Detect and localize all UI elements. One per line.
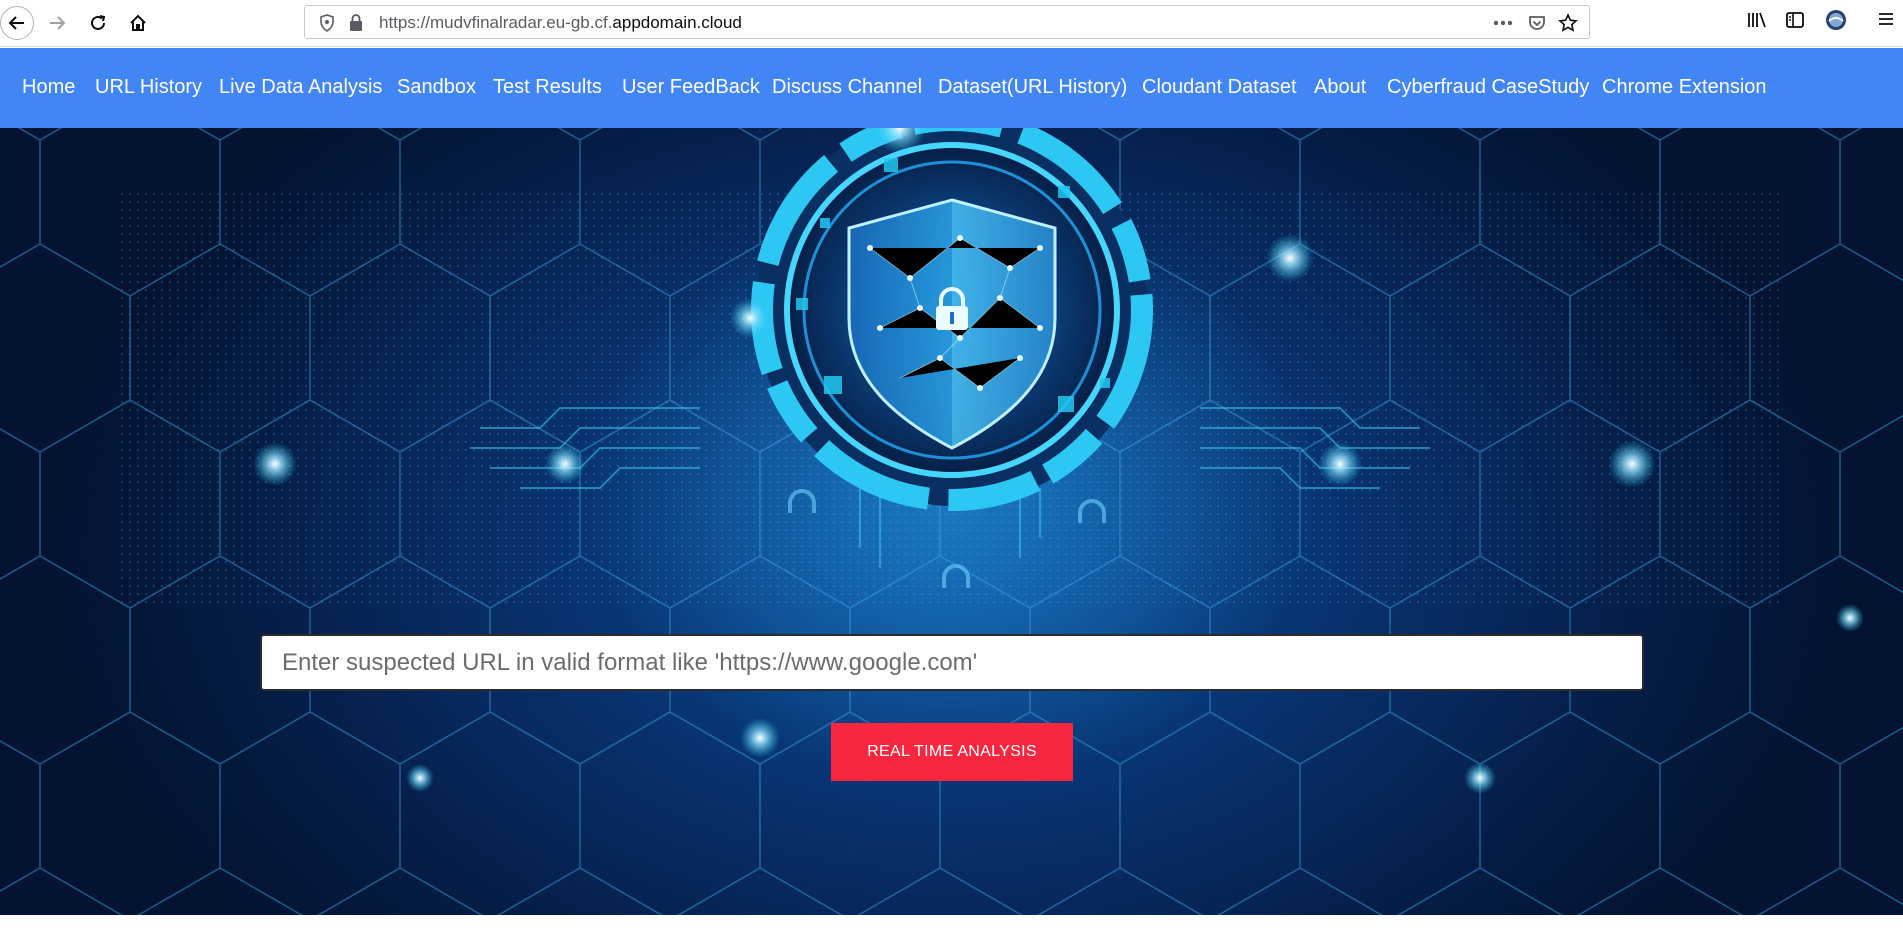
nav-item-url-history[interactable]: URL History <box>95 77 202 97</box>
star-icon[interactable] <box>1558 13 1578 33</box>
forward-arrow-icon <box>50 16 66 30</box>
reload-button[interactable] <box>81 6 115 40</box>
profile-icon[interactable] <box>1825 9 1847 31</box>
page-bottom-strip <box>0 915 1903 932</box>
menu-icon[interactable] <box>1877 10 1895 28</box>
back-button[interactable] <box>0 6 34 40</box>
nav-item-discuss-channel[interactable]: Discuss Channel <box>772 77 922 97</box>
address-bar[interactable]: https://mudvfinalradar.eu-gb.cf.appdomai… <box>304 5 1590 39</box>
site-navbar: Home URL History Live Data Analysis Sand… <box>0 48 1903 128</box>
back-arrow-icon <box>8 16 24 30</box>
sidebar-icon[interactable] <box>1785 10 1805 30</box>
forward-button[interactable] <box>40 6 74 40</box>
pocket-icon[interactable] <box>1527 13 1547 33</box>
browser-toolbar: https://mudvfinalradar.eu-gb.cf.appdomai… <box>0 0 1903 47</box>
nav-item-test-results[interactable]: Test Results <box>493 77 602 97</box>
shield-icon[interactable] <box>319 13 335 33</box>
cyber-security-background <box>0 128 1903 915</box>
url-domain: appdomain.cloud <box>612 13 742 32</box>
nav-item-chrome-extension[interactable]: Chrome Extension <box>1602 77 1767 97</box>
nav-item-user-feedback[interactable]: User FeedBack <box>622 77 760 97</box>
nav-item-live-data-analysis[interactable]: Live Data Analysis <box>219 77 382 97</box>
nav-item-about[interactable]: About <box>1314 77 1366 97</box>
nav-item-cyberfraud-casestudy[interactable]: Cyberfraud CaseStudy <box>1387 77 1589 97</box>
lock-icon[interactable] <box>348 13 364 33</box>
nav-item-dataset-url-history[interactable]: Dataset(URL History) <box>938 77 1127 97</box>
hero-section: REAL TIME ANALYSIS <box>0 128 1903 915</box>
home-button[interactable] <box>121 6 155 40</box>
url-prefix: https://mudvfinalradar.eu-gb.cf. <box>379 13 613 32</box>
nav-item-sandbox[interactable]: Sandbox <box>397 77 476 97</box>
reload-icon <box>91 15 106 30</box>
library-icon[interactable] <box>1746 10 1768 30</box>
more-icon[interactable] <box>1493 20 1513 26</box>
url-text: https://mudvfinalradar.eu-gb.cf.appdomai… <box>379 13 742 33</box>
home-icon <box>130 14 146 31</box>
security-emblem <box>751 128 1153 511</box>
real-time-analysis-button[interactable]: REAL TIME ANALYSIS <box>831 723 1073 781</box>
url-input[interactable] <box>260 634 1644 691</box>
nav-list: Home URL History Live Data Analysis Sand… <box>0 48 1903 128</box>
nav-item-cloudant-dataset[interactable]: Cloudant Dataset <box>1142 77 1297 97</box>
nav-item-home[interactable]: Home <box>22 77 75 97</box>
